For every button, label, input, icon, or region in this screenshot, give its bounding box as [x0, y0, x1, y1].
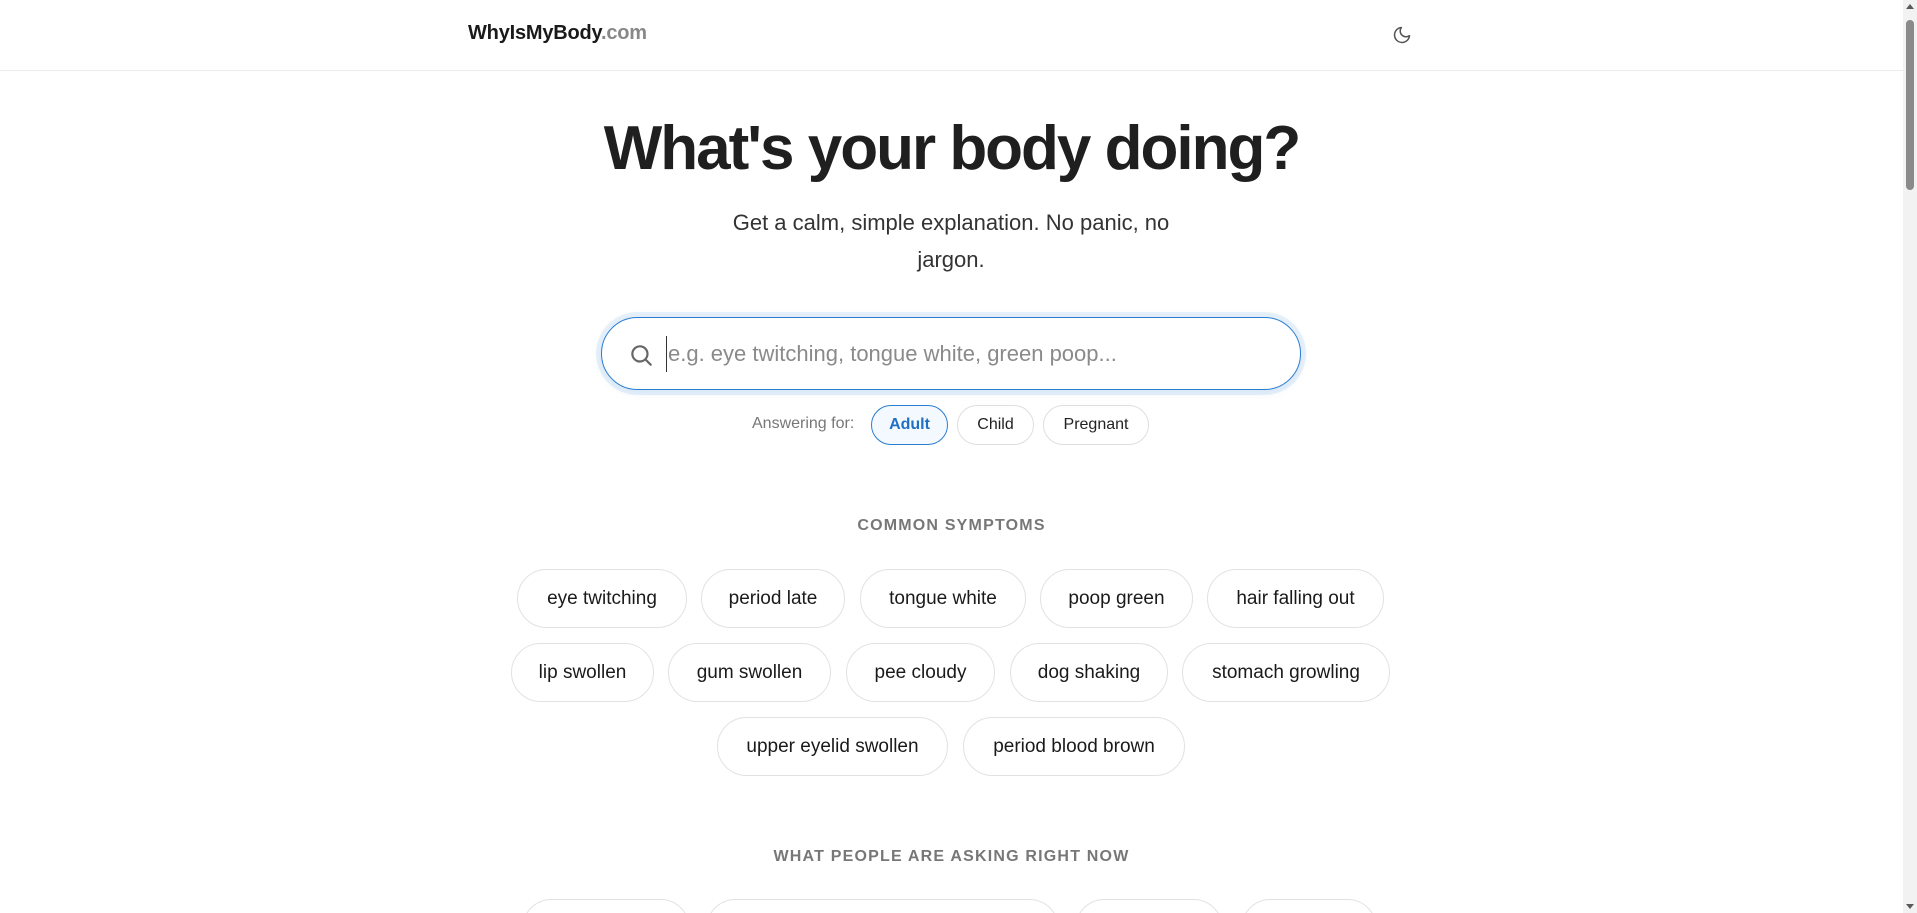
- page-subtitle: Get a calm, simple explanation. No panic…: [732, 210, 1170, 272]
- scroll-up-arrow-icon[interactable]: [1906, 4, 1914, 9]
- page: WhyIsMyBody.com What's your body doing? …: [0, 0, 1917, 913]
- symptom-search-box[interactable]: [601, 317, 1301, 390]
- audience-option-child[interactable]: Child: [957, 405, 1034, 445]
- theme-toggle-button[interactable]: [1389, 22, 1415, 48]
- trending-questions-heading: WHAT PEOPLE ARE ASKING RIGHT NOW: [773, 848, 1130, 865]
- symptom-chip[interactable]: tongue white: [860, 569, 1026, 628]
- scrollbar-thumb[interactable]: [1906, 20, 1914, 190]
- trending-question-chip[interactable]: [706, 899, 1059, 913]
- symptom-chip[interactable]: gum swollen: [668, 643, 831, 702]
- symptom-chip[interactable]: upper eyelid swollen: [717, 717, 948, 776]
- page-scrollbar[interactable]: [1903, 0, 1917, 913]
- symptom-search-input[interactable]: [666, 336, 1266, 372]
- search-icon: [631, 345, 652, 366]
- symptom-chip[interactable]: pee cloudy: [846, 643, 995, 702]
- trending-question-chip[interactable]: [1241, 899, 1377, 913]
- common-symptoms-heading: COMMON SYMPTOMS: [857, 517, 1046, 534]
- moon-icon: [1393, 26, 1411, 44]
- logo-tld-text: .com: [601, 22, 647, 44]
- symptom-chip[interactable]: dog shaking: [1010, 643, 1168, 702]
- scroll-down-arrow-icon[interactable]: [1906, 904, 1914, 909]
- symptom-chip[interactable]: period late: [701, 569, 845, 628]
- symptom-chip[interactable]: lip swollen: [511, 643, 654, 702]
- answering-for-label: Answering for:: [752, 415, 855, 432]
- audience-option-pregnant[interactable]: Pregnant: [1043, 405, 1149, 445]
- trending-question-chip[interactable]: [522, 899, 690, 913]
- symptom-chip[interactable]: hair falling out: [1207, 569, 1384, 628]
- page-title: What's your body doing?: [603, 114, 1301, 183]
- audience-option-adult[interactable]: Adult: [871, 405, 948, 445]
- logo-main-text: WhyIsMyBody: [468, 22, 601, 44]
- symptom-chip[interactable]: eye twitching: [517, 569, 687, 628]
- symptom-chip[interactable]: stomach growling: [1182, 643, 1390, 702]
- trending-question-chip[interactable]: [1075, 899, 1223, 913]
- top-navigation-bar: WhyIsMyBody.com: [0, 0, 1903, 71]
- site-logo[interactable]: WhyIsMyBody.com: [468, 22, 647, 45]
- symptom-chip[interactable]: period blood brown: [963, 717, 1185, 776]
- symptom-chip[interactable]: poop green: [1040, 569, 1193, 628]
